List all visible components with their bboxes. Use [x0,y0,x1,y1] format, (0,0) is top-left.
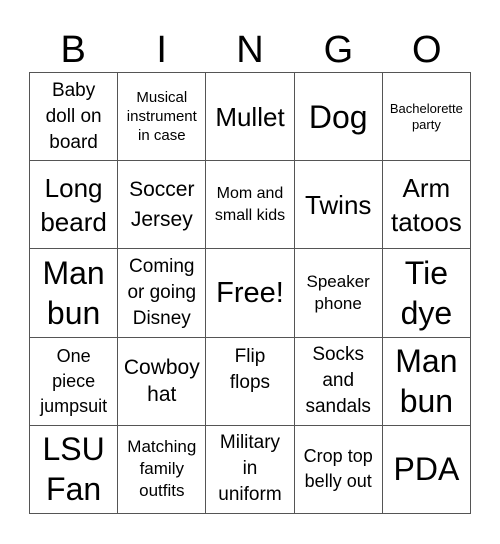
bingo-cell[interactable]: Mullet [206,73,295,162]
cell-text: Baby doll on board [45,79,102,153]
cell-text: Bachelorette party [389,100,463,132]
cell-text: Mom and small kids [214,184,286,224]
cell-text: One piece jumpsuit [40,345,108,416]
bingo-cell[interactable]: Man bun [382,337,471,426]
cell-text: LSU Fan [42,431,105,508]
cell-text: Speaker phone [306,271,370,313]
cell-text: Military in uniform [218,432,282,506]
header-letter-g: G [323,29,354,71]
bingo-cell[interactable]: Military in uniform [206,425,295,514]
bingo-cell[interactable]: Socks and sandals [294,337,383,426]
bingo-cell[interactable]: Coming or going Disney [118,249,207,338]
header-letter-i: I [156,29,167,71]
bingo-cell[interactable]: One piece jumpsuit [30,337,119,426]
cell-text: Matching family outfits [127,437,197,501]
bingo-cell[interactable]: Speaker phone [294,249,383,338]
bingo-cell[interactable]: PDA [382,425,471,514]
bingo-cell[interactable]: Free! [206,249,295,338]
bingo-cell[interactable]: Bachelorette party [382,73,471,162]
bingo-grid: Baby doll on board Musical instrument in… [29,72,471,514]
header-letter-o: O [412,29,442,71]
cell-text: Coming or going Disney [127,255,197,329]
cell-text: Man bun [395,343,458,420]
bingo-cell[interactable]: Mom and small kids [206,161,295,250]
cell-text: Flip flops [229,345,271,393]
bingo-cell[interactable]: Man bun [30,249,119,338]
cell-text: Free! [216,276,284,309]
cell-text: Mullet [215,101,285,132]
cell-text: Man bun [42,254,105,331]
bingo-cell[interactable]: Crop top belly out [294,425,383,514]
bingo-cell[interactable]: Cowboy hat [118,337,207,426]
cell-text: Arm tatoos [390,172,462,237]
cell-text: Dog [308,98,368,135]
cell-text: Socks and sandals [305,344,371,418]
cell-text: Crop top belly out [303,446,373,492]
cell-text: Twins [304,189,372,220]
bingo-cell[interactable]: Dog [294,73,383,162]
header-letter-b: B [60,29,86,71]
header-letter-n: N [236,29,264,71]
bingo-cell[interactable]: LSU Fan [30,425,119,514]
cell-text: Long beard [40,172,107,237]
bingo-header: B I N G O [29,28,471,72]
bingo-cell[interactable]: Flip flops [206,337,295,426]
cell-text: PDA [393,451,460,488]
bingo-cell[interactable]: Baby doll on board [30,73,119,162]
cell-text: Musical instrument in case [126,89,197,145]
cell-text: Cowboy hat [123,356,200,407]
bingo-cell[interactable]: Twins [294,161,383,250]
bingo-cell[interactable]: Tie dye [382,249,471,338]
bingo-cell[interactable]: Long beard [30,161,119,250]
bingo-cell[interactable]: Soccer Jersey [118,161,207,250]
bingo-cell[interactable]: Matching family outfits [118,425,207,514]
bingo-cell[interactable]: Arm tatoos [382,161,471,250]
cell-text: Tie dye [400,254,453,331]
bingo-cell[interactable]: Musical instrument in case [118,73,207,162]
cell-text: Soccer Jersey [129,177,195,231]
